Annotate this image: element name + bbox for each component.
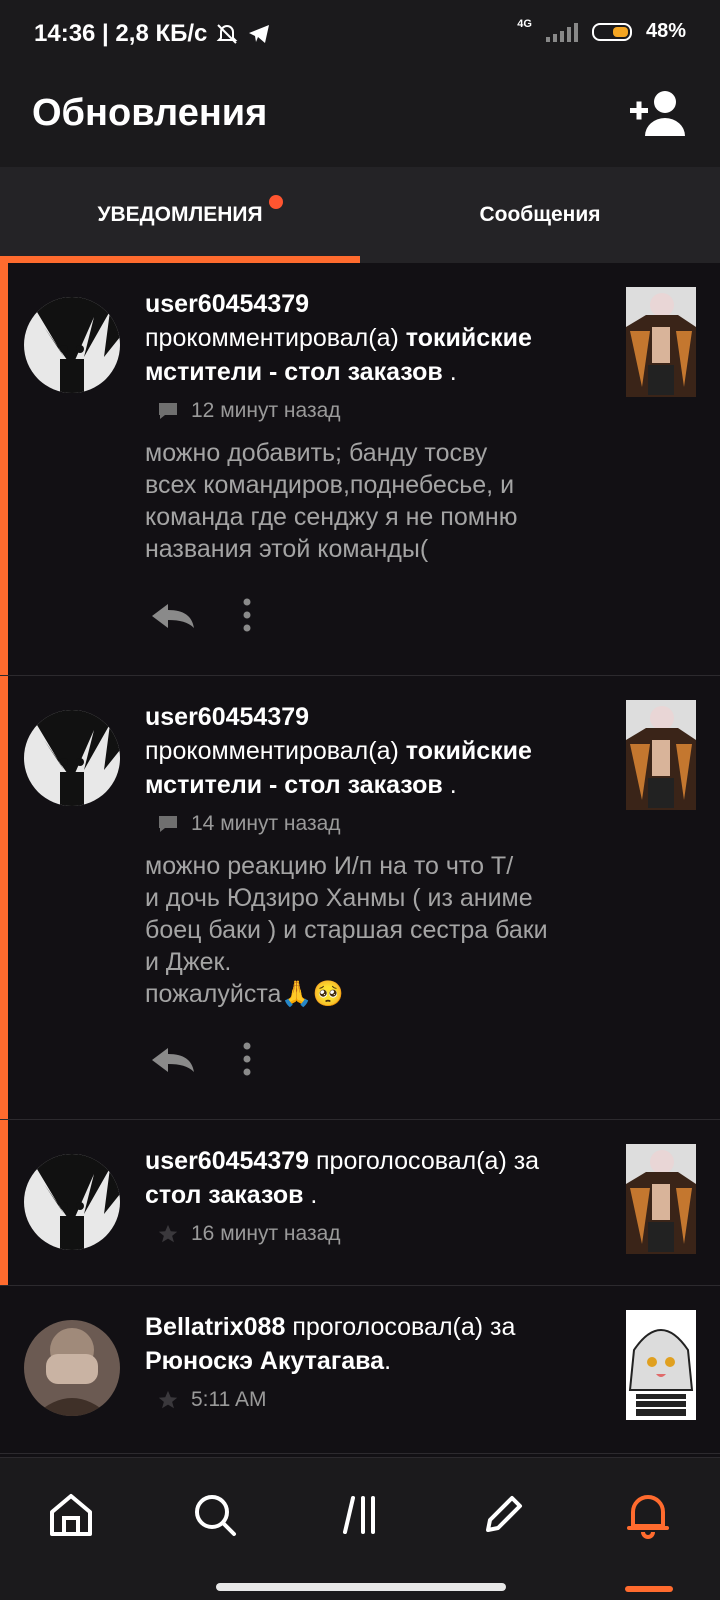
avatar[interactable] <box>24 1154 120 1250</box>
search-icon[interactable] <box>190 1490 240 1540</box>
bell-icon[interactable] <box>623 1490 673 1540</box>
username-link[interactable]: user60454379 <box>145 703 309 731</box>
tab-messages-label: Сообщения <box>479 203 601 226</box>
comment-line: можно реакцию И/п на то что Т/ <box>145 852 514 880</box>
avatar[interactable] <box>24 710 120 806</box>
comment-line: и дочь Юдзиро Ханмы ( из аниме <box>145 884 533 912</box>
battery-percent: 48% <box>645 20 686 42</box>
mute-bell-icon <box>216 24 238 44</box>
avatar[interactable] <box>24 1320 120 1416</box>
signal-icon <box>545 22 578 42</box>
action-text: прокомментировал(а) <box>145 324 399 352</box>
page-title: Обновления <box>32 92 268 134</box>
comment-line: боец баки ) и старшая сестра баки <box>145 916 548 944</box>
timestamp: 12 минут назад <box>191 399 341 422</box>
comment-line: можно добавить; банду тосву <box>145 439 488 467</box>
notification-item[interactable]: Bellatrix088 проголосовал(а) за Рюноскэ … <box>0 1286 720 1454</box>
notification-item[interactable]: user60454379 прокомментировал(а) токийск… <box>0 676 720 1120</box>
pencil-icon[interactable] <box>478 1490 528 1540</box>
add-user-icon[interactable] <box>628 88 686 138</box>
story-cover[interactable] <box>626 287 696 397</box>
comment-line: и Джек. <box>145 948 232 976</box>
comment-line: названия этой команды( <box>145 535 429 563</box>
tab-notifications-label: УВЕДОМЛЕНИЯ <box>97 203 263 226</box>
notification-feed: user60454379 прокомментировал(а) токийск… <box>0 263 720 1454</box>
username-link[interactable]: Bellatrix088 <box>145 1313 285 1341</box>
tab-bar: УВЕДОМЛЕНИЯ Сообщения <box>0 167 720 263</box>
more-options-icon[interactable] <box>242 1042 252 1076</box>
suffix-text: . <box>303 1181 318 1209</box>
notification-item[interactable]: user60454379 проголосовал(а) за стол зак… <box>0 1120 720 1286</box>
unread-badge <box>269 195 283 209</box>
comment-line: пожалуйста🙏🥺 <box>145 980 344 1008</box>
battery-icon <box>591 22 632 41</box>
timestamp: 5:11 AM <box>191 1388 267 1411</box>
app-header: Обновления <box>0 70 720 167</box>
timestamp: 14 минут назад <box>191 812 341 835</box>
status-time: 14:36 | 2,8 КБ/с <box>34 20 208 47</box>
bottom-navigation <box>0 1457 720 1600</box>
reply-icon[interactable] <box>150 1044 196 1074</box>
action-text: прокомментировал(а) <box>145 737 399 765</box>
action-text: проголосовал(а) за <box>292 1313 516 1341</box>
more-options-icon[interactable] <box>242 598 252 632</box>
suffix-text: . <box>384 1347 392 1375</box>
story-cover[interactable] <box>626 1144 696 1254</box>
library-icon[interactable] <box>337 1490 387 1540</box>
tab-notifications[interactable]: УВЕДОМЛЕНИЯ <box>0 167 360 263</box>
home-indicator[interactable] <box>216 1583 506 1591</box>
comment-text: можно реакцию И/п на то что Т/ и дочь Юд… <box>145 850 605 1010</box>
comment-text: можно добавить; банду тосву всех команди… <box>145 437 600 565</box>
star-icon <box>158 1224 178 1243</box>
username-link[interactable]: user60454379 <box>145 290 309 318</box>
comment-line: всех командиров,поднебесье, и <box>145 471 515 499</box>
network-type: 4G <box>517 17 532 30</box>
comment-line: команда где сенджу я не помню <box>145 503 518 531</box>
status-bar: 14:36 | 2,8 КБ/с 4G 48% <box>0 0 720 70</box>
story-cover[interactable] <box>626 1310 696 1420</box>
story-cover[interactable] <box>626 700 696 810</box>
reply-icon[interactable] <box>150 600 196 630</box>
home-icon[interactable] <box>46 1490 96 1540</box>
username-link[interactable]: user60454379 <box>145 1147 309 1175</box>
story-link[interactable]: стол заказов <box>145 1181 303 1209</box>
star-icon <box>158 1390 178 1409</box>
action-text: проголосовал(а) за <box>316 1147 540 1175</box>
notification-item[interactable]: user60454379 прокомментировал(а) токийск… <box>0 263 720 676</box>
comment-icon <box>159 816 177 832</box>
tab-messages[interactable]: Сообщения <box>360 167 720 263</box>
timestamp: 16 минут назад <box>191 1222 341 1245</box>
suffix-text: . <box>442 358 457 386</box>
telegram-icon <box>249 25 270 43</box>
suffix-text: . <box>442 771 457 799</box>
avatar[interactable] <box>24 297 120 393</box>
active-nav-indicator <box>625 1586 673 1592</box>
story-link[interactable]: Рюноскэ Акутагава <box>145 1347 384 1375</box>
comment-icon <box>159 403 177 419</box>
